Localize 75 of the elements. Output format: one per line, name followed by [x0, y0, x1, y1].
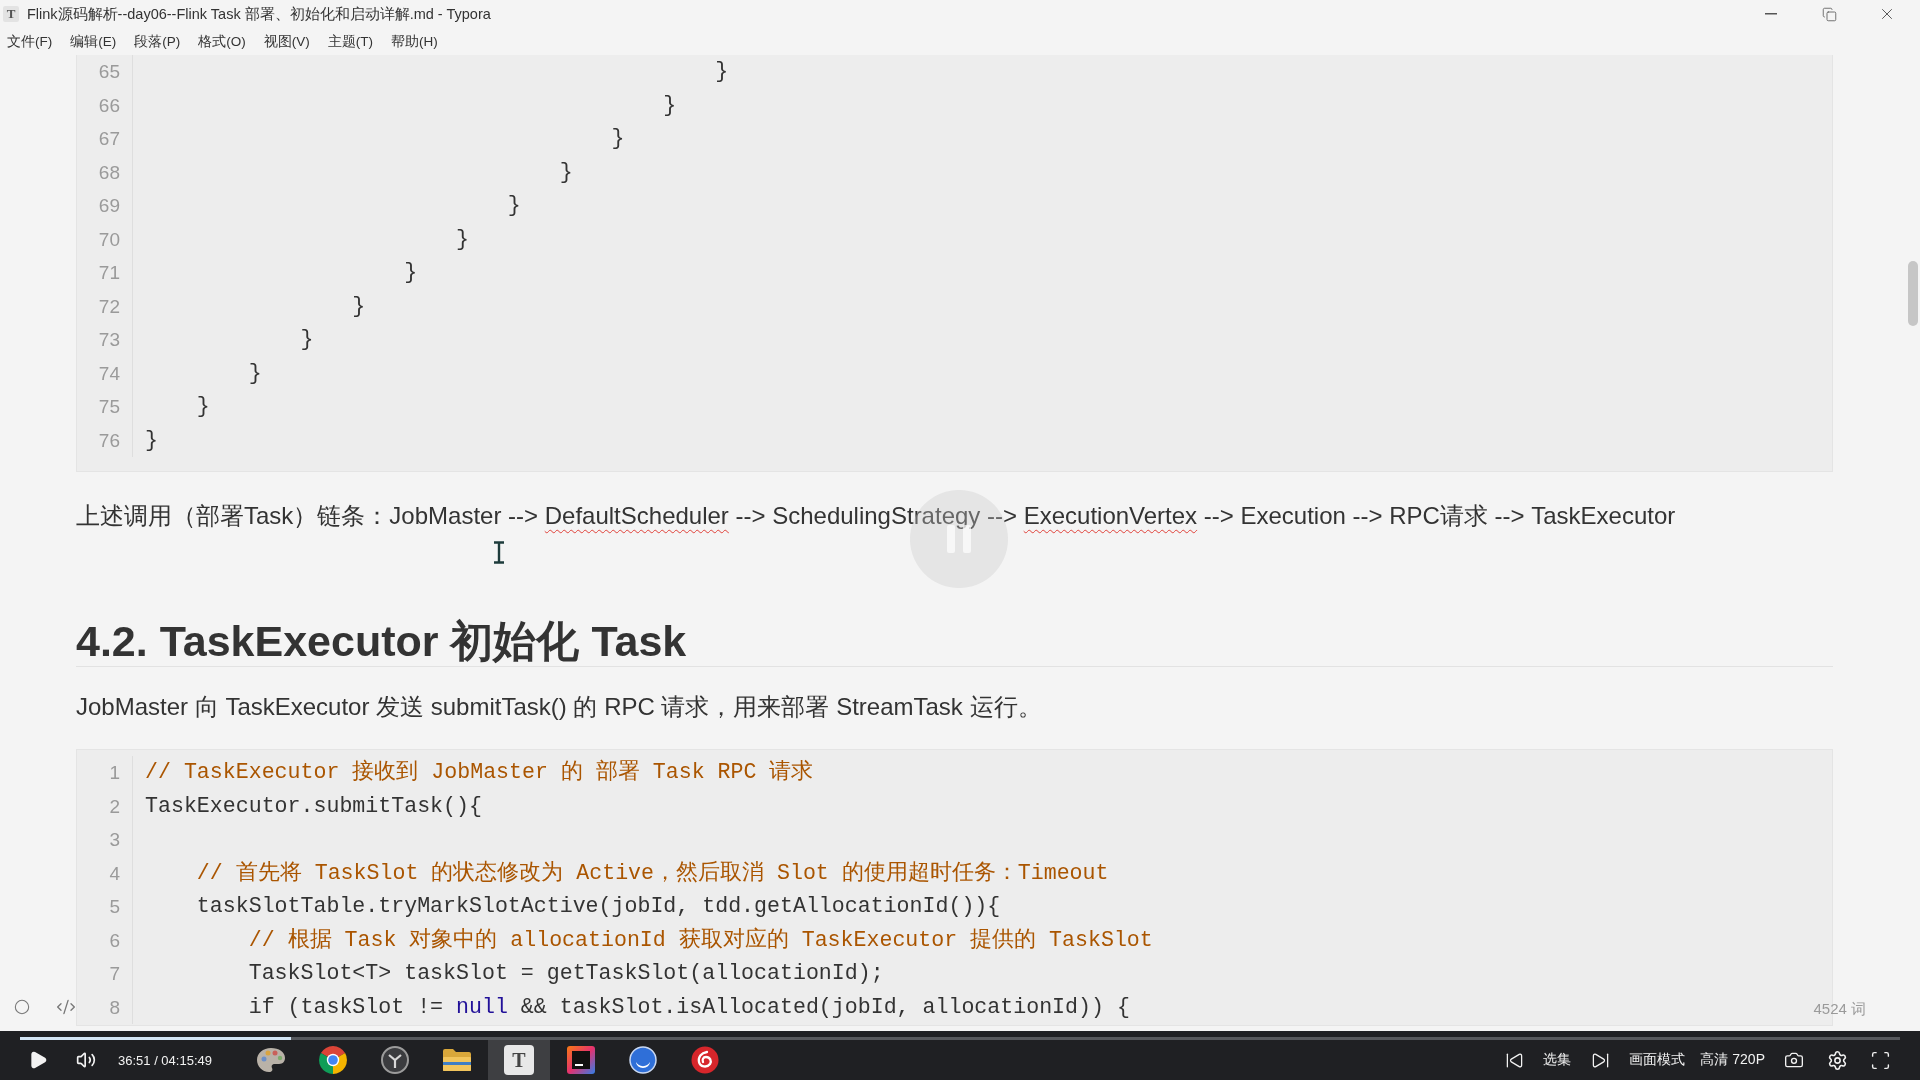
code-line: } — [455, 225, 469, 253]
line-number: 72 — [98, 294, 120, 319]
code-line: TaskSlot<T> taskSlot = getTaskSlot(allocationId); — [247, 960, 884, 987]
code-line: } — [558, 158, 573, 186]
scroll-thumb[interactable] — [1908, 261, 1918, 326]
fullscreen-icon — [1869, 1049, 1891, 1071]
picture-mode-button[interactable]: 画面模式 — [1629, 1051, 1686, 1069]
line-number: 76 — [98, 428, 120, 453]
square-logo-icon — [567, 1046, 595, 1074]
code-line: } — [145, 426, 158, 454]
menu-item[interactable]: 文件(F) — [4, 30, 56, 53]
line-number: 6 — [109, 928, 120, 953]
restore-icon — [1821, 6, 1837, 22]
crescent-circle-icon — [629, 1046, 657, 1074]
line-number: 75 — [98, 395, 120, 419]
line-number: 74 — [98, 361, 120, 386]
tricolor-circle-icon — [319, 1046, 347, 1074]
minimize-icon — [1765, 13, 1777, 15]
line-number: 69 — [98, 194, 120, 218]
code-line: } — [714, 58, 729, 85]
line-number: 4 — [109, 861, 120, 886]
code-line: } — [247, 359, 262, 387]
menu-item[interactable]: 主题(T) — [324, 30, 376, 53]
volume-icon — [76, 1050, 96, 1070]
paragraph-text: JobMaster 向 TaskExecutor 发送 submitTask() 的 RPC 请求，用来部署 StreamTask 运行。 — [76, 692, 1042, 722]
word-count: 4524 词 — [1813, 1000, 1866, 1019]
code-line: // TaskExecutor 接收到 JobMaster 的 部署 Task RPC 请求 — [145, 758, 814, 786]
code-line: } — [506, 192, 521, 219]
code-line: // 根据 Task 对象中的 allocationId 获取对应的 TaskExecutor 提供的 TaskSlot — [247, 926, 1153, 954]
swirl-circle-icon — [691, 1046, 719, 1074]
playback-time: 36:51 / 04:15:49 — [118, 1052, 212, 1068]
ring-logo-icon — [381, 1046, 409, 1074]
line-number: 73 — [98, 328, 120, 352]
text-cursor-icon — [493, 541, 505, 564]
line-number: 70 — [98, 227, 120, 252]
line-number: 2 — [109, 794, 120, 819]
menu-item[interactable]: 段落(P) — [131, 30, 184, 53]
camera-icon — [1784, 1050, 1804, 1070]
line-number: 3 — [109, 828, 120, 852]
code-line: taskSlotTable.tryMarkSlotActive(jobId, tdd.getAllocationId()){ — [195, 893, 1001, 920]
circle-icon[interactable] — [14, 999, 30, 1015]
app-logo: T — [3, 6, 19, 22]
code-icon[interactable] — [56, 997, 76, 1017]
code-line: if (taskSlot != null && taskSlot.isAllocated(jobId, allocationId)) { — [247, 993, 1130, 1021]
folder-icon — [442, 1048, 472, 1072]
line-number: 67 — [98, 127, 120, 151]
code-line: } — [403, 259, 418, 286]
line-number: 65 — [98, 60, 120, 84]
code-line: TaskExecutor.submitTask(){ — [145, 792, 482, 820]
line-number: 66 — [98, 93, 120, 118]
line-number: 68 — [98, 160, 120, 185]
line-number: 71 — [98, 261, 120, 285]
code-line: } — [195, 393, 210, 420]
line-number: 1 — [109, 761, 120, 785]
episodes-button[interactable]: 选集 — [1543, 1051, 1572, 1069]
code-line: // 首先将 TaskSlot 的状态修改为 Active，然后取消 Slot 的使用超时任务：Timeout — [195, 859, 1109, 887]
code-line: } — [662, 91, 677, 119]
line-number: 8 — [109, 995, 120, 1020]
menu-item[interactable]: 格式(O) — [195, 30, 249, 53]
settings-icon — [1826, 1049, 1848, 1071]
code-line: } — [351, 292, 366, 320]
quality-button[interactable]: 高清 720P — [1700, 1051, 1765, 1069]
menu-item[interactable]: 编辑(E) — [67, 30, 120, 53]
menu-item[interactable]: 视图(V) — [260, 30, 313, 53]
window-title: Flink源码解析--day06--Flink Task 部署、初始化和启动详解.md - Typora — [27, 4, 491, 24]
section-heading: 4.2. TaskExecutor 初始化 Task — [76, 616, 1833, 667]
code-line: } — [299, 326, 314, 353]
menu-item[interactable]: 帮助(H) — [388, 30, 441, 53]
paragraph-text: 上述调用（部署Task）链条：JobMaster --> DefaultScheduler --> SchedulingStrategy --> ExecutionVertex --> Execution --> RPC请求 --> TaskExecutor — [76, 501, 1676, 531]
code-line: } — [610, 125, 625, 152]
progress-track[interactable] — [20, 1037, 1900, 1040]
palette-icon — [256, 1046, 286, 1074]
line-number: 5 — [109, 895, 120, 919]
line-number: 7 — [109, 962, 120, 986]
play-icon — [28, 1050, 48, 1070]
